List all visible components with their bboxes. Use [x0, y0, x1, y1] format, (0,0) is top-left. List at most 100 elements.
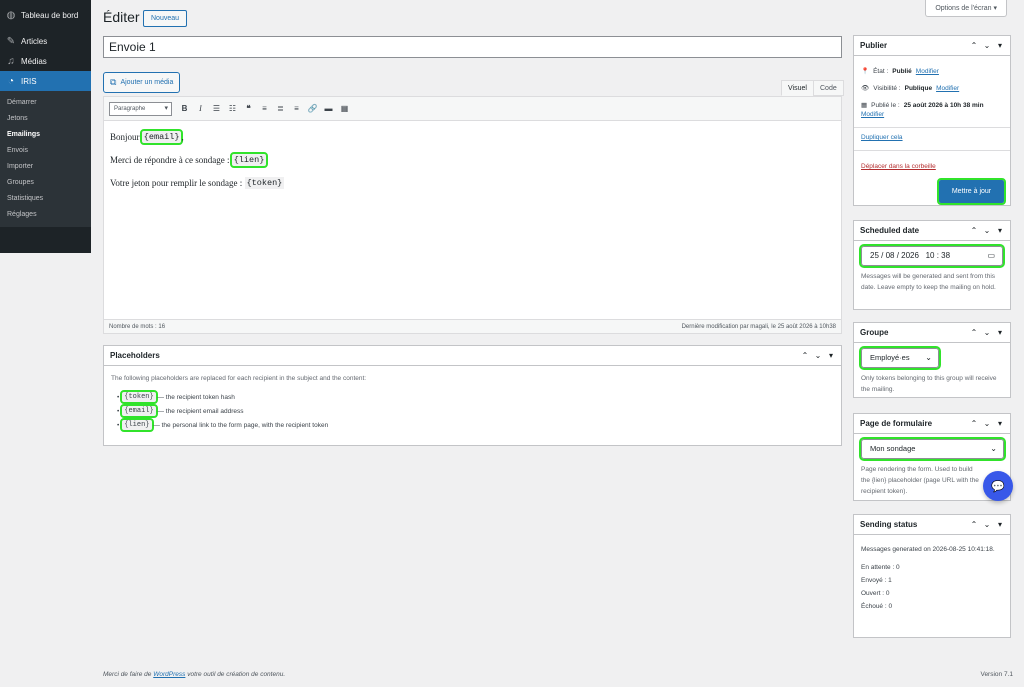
- scheduled-date-input[interactable]: 25 / 08 / 2026 10 : 38 ▭: [859, 244, 1005, 268]
- duplicate-link[interactable]: Dupliquer cela: [861, 134, 903, 141]
- line1-suffix: ,: [181, 132, 184, 142]
- scheduled-date-box: Scheduled date ⌃ ⌄ ▾ 25 / 08 / 2026 10 : 3…: [853, 220, 1011, 310]
- submenu-jetons[interactable]: Jetons: [0, 111, 91, 127]
- submenu-envois[interactable]: Envois: [0, 143, 91, 159]
- modify-visibility-link[interactable]: Modifier: [936, 85, 959, 92]
- scheduled-header[interactable]: Scheduled date ⌃ ⌄ ▾: [854, 221, 1010, 241]
- status-row: 📍 État : Publié Modifier: [861, 67, 1003, 76]
- add-media-button[interactable]: ⧉ Ajouter un média: [103, 72, 181, 93]
- toggle-icon[interactable]: ▾: [996, 520, 1004, 529]
- align-center-icon[interactable]: ≣: [274, 102, 287, 116]
- new-button[interactable]: Nouveau: [143, 10, 188, 27]
- menu-dashboard-label: Tableau de bord: [21, 11, 79, 20]
- visibility-row: 👁 Visibilité : Publique Modifier: [861, 84, 1003, 93]
- lien-code: {lien}: [120, 418, 154, 432]
- tab-visual[interactable]: Visuel: [781, 80, 814, 96]
- publish-header[interactable]: Publier ⌃ ⌄ ▾: [854, 36, 1010, 56]
- menu-articles-label: Articles: [21, 36, 48, 46]
- chevron-down-icon[interactable]: ⌄: [983, 419, 991, 428]
- calendar-icon[interactable]: ▭: [987, 247, 995, 265]
- formulaire-select[interactable]: Mon sondage ⌄: [859, 437, 1006, 461]
- chevron-down-icon[interactable]: ⌄: [814, 351, 822, 360]
- chevron-up-icon[interactable]: ⌃: [970, 328, 978, 337]
- submenu-demarrer[interactable]: Démarrer: [0, 95, 91, 111]
- chevron-up-icon[interactable]: ⌃: [970, 520, 978, 529]
- modify-status-link[interactable]: Modifier: [916, 68, 939, 75]
- post-title-input[interactable]: Envoie 1: [103, 36, 842, 58]
- bold-icon[interactable]: B: [178, 102, 191, 116]
- content-editor: Paragraphe B I ☰ ☷ ❝ ≡ ≣ ≡ 🔗 ▬ ▦ Bonjour…: [103, 96, 842, 334]
- groupe-header[interactable]: Groupe ⌃ ⌄ ▾: [854, 323, 1010, 343]
- groupe-select[interactable]: Employé·es ⌄: [859, 346, 941, 370]
- last-modified: Dernière modification par magali, le 25 …: [681, 323, 836, 330]
- chat-icon[interactable]: 💬: [983, 471, 1013, 501]
- publish-box: Publier ⌃ ⌄ ▾ 📍 État : Publié Modifier 👁 V…: [853, 35, 1011, 206]
- scheduled-desc: Messages will be generated and sent from…: [861, 273, 996, 291]
- read-more-icon[interactable]: ▬: [322, 102, 335, 116]
- quote-icon[interactable]: ❝: [242, 102, 255, 116]
- screen-options-button[interactable]: Options de l'écran ▾: [925, 0, 1007, 17]
- footer-credit: Merci de faire de WordPress votre outil …: [103, 671, 285, 678]
- formulaire-desc: Page rendering the form. Used to build t…: [861, 466, 979, 495]
- submenu-groupes[interactable]: Groupes: [0, 175, 91, 191]
- editor-content[interactable]: Bonjour {email}, Merci de répondre à ce …: [104, 121, 841, 210]
- toggle-icon[interactable]: ▾: [996, 226, 1004, 235]
- footer-version: Version 7.1: [980, 671, 1013, 678]
- menu-iris-label: IRIS: [21, 76, 37, 86]
- chevron-down-icon: ⌄: [925, 353, 932, 362]
- menu-articles[interactable]: ✎ Articles: [0, 31, 91, 51]
- submenu-reglages[interactable]: Réglages: [0, 207, 91, 223]
- chevron-up-icon[interactable]: ⌃: [970, 419, 978, 428]
- menu-dashboard[interactable]: ◍ Tableau de bord: [0, 0, 91, 31]
- toggle-icon[interactable]: ▾: [827, 351, 835, 360]
- failed-count: Échoué : 0: [861, 603, 893, 610]
- submenu-emailings[interactable]: Emailings: [0, 127, 91, 143]
- toolbar-toggle-icon[interactable]: ▦: [338, 102, 351, 116]
- email-placeholder: {email}: [139, 129, 184, 145]
- groupe-title: Groupe: [860, 328, 889, 337]
- chevron-up-icon[interactable]: ⌃: [970, 41, 978, 50]
- link-icon[interactable]: 🔗: [306, 102, 319, 116]
- media-icon: ⧉: [110, 77, 117, 87]
- modify-date-link[interactable]: Modifier: [861, 111, 884, 118]
- trash-link[interactable]: Déplacer dans la corbeille: [861, 163, 936, 170]
- submenu-importer[interactable]: Importer: [0, 159, 91, 175]
- bullet-list-icon[interactable]: ☰: [210, 102, 223, 116]
- word-count: Nombre de mots : 16: [109, 323, 166, 330]
- align-right-icon[interactable]: ≡: [290, 102, 303, 116]
- submenu-statistiques[interactable]: Statistiques: [0, 191, 91, 207]
- align-left-icon[interactable]: ≡: [258, 102, 271, 116]
- chevron-down-icon[interactable]: ⌄: [983, 41, 991, 50]
- sending-title: Sending status: [860, 520, 918, 529]
- tab-code[interactable]: Code: [813, 80, 844, 96]
- line1-text: Bonjour: [110, 132, 140, 142]
- chevron-down-icon[interactable]: ⌄: [983, 226, 991, 235]
- placeholders-header[interactable]: Placeholders ⌃ ⌄ ▾: [104, 346, 841, 366]
- dashboard-icon: ◍: [6, 10, 16, 21]
- sending-header[interactable]: Sending status ⌃ ⌄ ▾: [854, 515, 1010, 535]
- chevron-down-icon[interactable]: ⌄: [983, 328, 991, 337]
- chevron-up-icon[interactable]: ⌃: [801, 351, 809, 360]
- calendar-icon: ▦: [861, 102, 868, 109]
- toggle-icon[interactable]: ▾: [996, 41, 1004, 50]
- format-select[interactable]: Paragraphe: [109, 101, 172, 116]
- chevron-down-icon: ⌄: [990, 444, 997, 453]
- italic-icon[interactable]: I: [194, 102, 207, 116]
- wordpress-link[interactable]: WordPress: [153, 671, 185, 678]
- numbered-list-icon[interactable]: ☷: [226, 102, 239, 116]
- page-title: Éditer: [103, 9, 140, 25]
- chevron-down-icon[interactable]: ⌄: [983, 520, 991, 529]
- lien-placeholder: {lien}: [229, 152, 269, 168]
- groupe-box: Groupe ⌃ ⌄ ▾ Employé·es ⌄ Only tokens belo…: [853, 322, 1011, 398]
- toggle-icon[interactable]: ▾: [996, 328, 1004, 337]
- formulaire-value: Mon sondage: [870, 444, 916, 453]
- status-label: État :: [873, 67, 889, 75]
- chevron-up-icon[interactable]: ⌃: [970, 226, 978, 235]
- sending-status-box: Sending status ⌃ ⌄ ▾ Messages generated on…: [853, 514, 1011, 638]
- formulaire-header[interactable]: Page de formulaire ⌃ ⌄ ▾: [854, 414, 1010, 434]
- update-button[interactable]: Mettre à jour: [937, 178, 1006, 205]
- toggle-icon[interactable]: ▾: [996, 419, 1004, 428]
- menu-medias[interactable]: ♫ Médias: [0, 51, 91, 71]
- menu-iris[interactable]: ◔ IRIS: [0, 71, 91, 91]
- opened-count: Ouvert : 0: [861, 590, 890, 597]
